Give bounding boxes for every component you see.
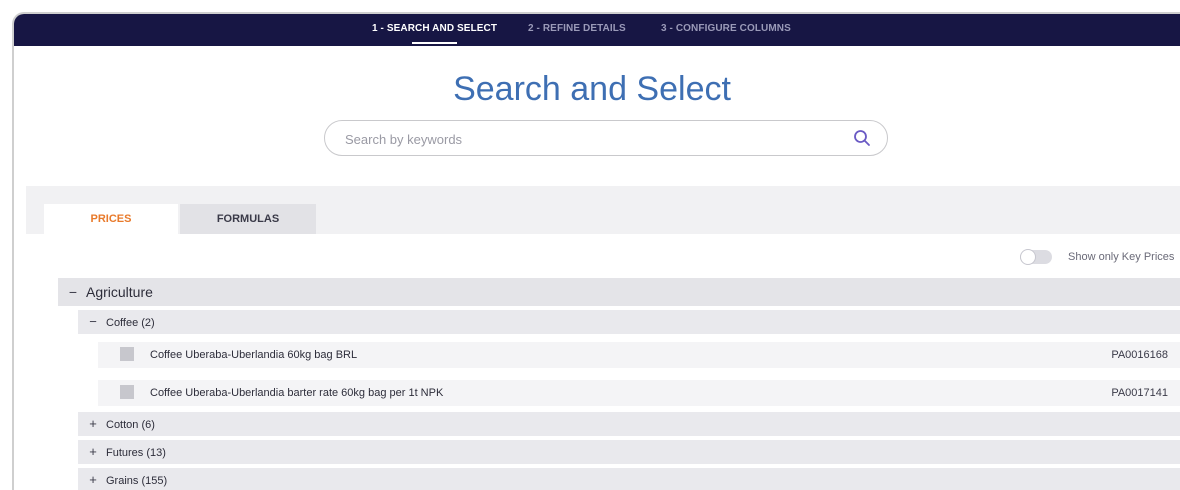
item-checkbox[interactable] [120,385,134,399]
tree-item[interactable]: Coffee Uberaba-Uberlandia barter rate 60… [98,380,1180,406]
collapse-icon[interactable]: − [86,310,100,334]
group-label: Cotton (6) [106,419,155,431]
expand-icon[interactable]: + [86,412,100,436]
expand-icon[interactable]: + [86,468,100,490]
tree-group-futures[interactable]: + Futures (13) [78,440,1180,464]
search-input[interactable] [343,129,827,149]
item-label: Coffee Uberaba-Uberlandia barter rate 60… [150,387,444,399]
group-label: Futures (13) [106,447,166,459]
group-label: Coffee (2) [106,317,155,329]
tree-item[interactable]: Coffee Uberaba-Uberlandia 60kg bag BRL P… [98,342,1180,368]
search-box [324,120,888,156]
tab-formulas[interactable]: FORMULAS [180,204,316,234]
tree-group-coffee[interactable]: − Coffee (2) [78,310,1180,334]
category-label: Agriculture [86,284,153,300]
tree-group-cotton[interactable]: + Cotton (6) [78,412,1180,436]
toggle-label: Show only Key Prices [1068,251,1175,263]
item-code: PA0016168 [1111,349,1168,361]
step-refine-details[interactable]: 2 - REFINE DETAILS [528,14,626,46]
search-dialog: 1 - SEARCH AND SELECT 2 - REFINE DETAILS… [12,12,1180,490]
group-label: Grains (155) [106,475,168,487]
toggle-knob [1020,249,1036,265]
wizard-steps-bar: 1 - SEARCH AND SELECT 2 - REFINE DETAILS… [14,14,1180,46]
search-icon[interactable] [853,129,871,147]
tab-prices[interactable]: PRICES [44,204,178,234]
expand-icon[interactable]: + [86,440,100,464]
step-search-and-select[interactable]: 1 - SEARCH AND SELECT [372,14,497,46]
item-code: PA0017141 [1111,387,1168,399]
tree-group-grains[interactable]: + Grains (155) [78,468,1180,490]
collapse-icon[interactable]: − [66,278,80,306]
item-label: Coffee Uberaba-Uberlandia 60kg bag BRL [150,349,358,361]
tree-category-agriculture[interactable]: − Agriculture [58,278,1180,306]
item-checkbox[interactable] [120,347,134,361]
toggle-switch[interactable] [1020,249,1052,265]
step-configure-columns[interactable]: 3 - CONFIGURE COLUMNS [661,14,791,46]
page-title: Search and Select [453,70,731,108]
